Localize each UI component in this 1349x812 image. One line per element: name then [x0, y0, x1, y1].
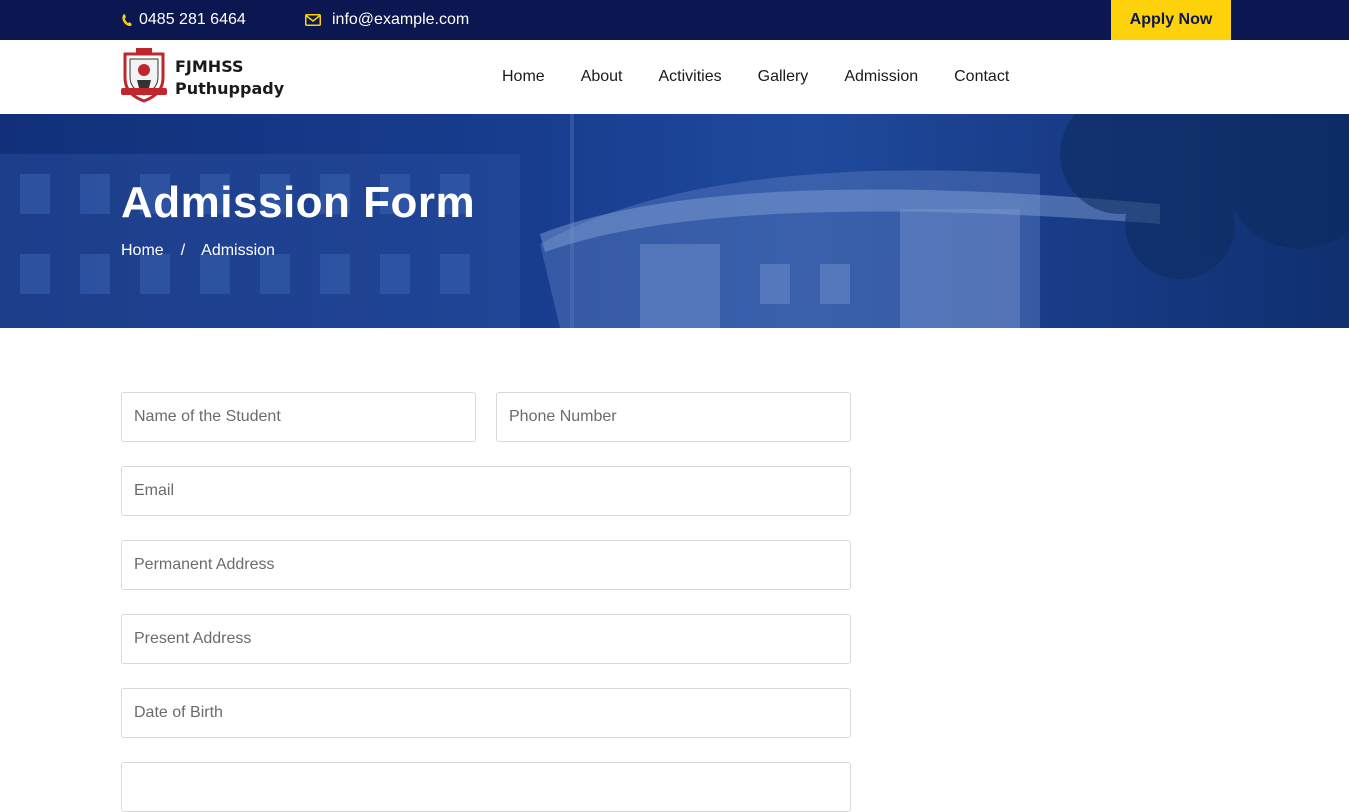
email-address: info@example.com	[332, 11, 470, 28]
student-name-input[interactable]	[122, 393, 475, 441]
page-title: Admission Form	[121, 178, 476, 227]
logo-line-1: FJMHSS	[175, 57, 244, 76]
phone-icon	[121, 13, 132, 27]
phone-number: 0485 281 6464	[139, 11, 246, 28]
dob-field	[121, 688, 851, 738]
phone-number-input[interactable]	[497, 393, 850, 441]
permanent-address-input[interactable]	[122, 541, 850, 589]
breadcrumb-current: Admission	[201, 242, 275, 259]
apply-now-button[interactable]: Apply Now	[1111, 0, 1231, 40]
email-input[interactable]	[122, 467, 850, 515]
nav-contact[interactable]: Contact	[936, 68, 1027, 86]
email-contact[interactable]: info@example.com	[305, 0, 469, 40]
nav-activities[interactable]: Activities	[641, 68, 740, 86]
next-form-field[interactable]	[121, 762, 851, 812]
phone-contact[interactable]: 0485 281 6464	[121, 0, 246, 40]
breadcrumb-separator: /	[180, 242, 186, 259]
present-address-input[interactable]	[122, 615, 850, 663]
nav-about[interactable]: About	[563, 68, 641, 86]
present-address-field	[121, 614, 851, 664]
envelope-icon	[305, 14, 321, 26]
permanent-address-field	[121, 540, 851, 590]
site-logo[interactable]: FJMHSS Puthuppady	[121, 47, 284, 109]
page-banner: Admission Form Home / Admission	[0, 114, 1349, 328]
top-contact-bar: 0485 281 6464 info@example.com Apply Now	[0, 0, 1349, 40]
logo-text: FJMHSS Puthuppady	[175, 56, 284, 100]
nav-home[interactable]: Home	[484, 68, 563, 86]
student-name-field	[121, 392, 476, 442]
phone-field	[496, 392, 851, 442]
date-of-birth-input[interactable]	[122, 689, 850, 737]
school-crest-icon	[121, 47, 167, 109]
logo-line-2: Puthuppady	[175, 79, 285, 98]
main-navbar: FJMHSS Puthuppady Home About Activities …	[0, 40, 1349, 114]
nav-menu: Home About Activities Gallery Admission …	[484, 40, 1027, 114]
breadcrumb-home[interactable]: Home	[121, 242, 164, 260]
nav-gallery[interactable]: Gallery	[740, 68, 827, 86]
email-field	[121, 466, 851, 516]
nav-admission[interactable]: Admission	[826, 68, 936, 86]
breadcrumb: Home / Admission	[121, 242, 275, 260]
